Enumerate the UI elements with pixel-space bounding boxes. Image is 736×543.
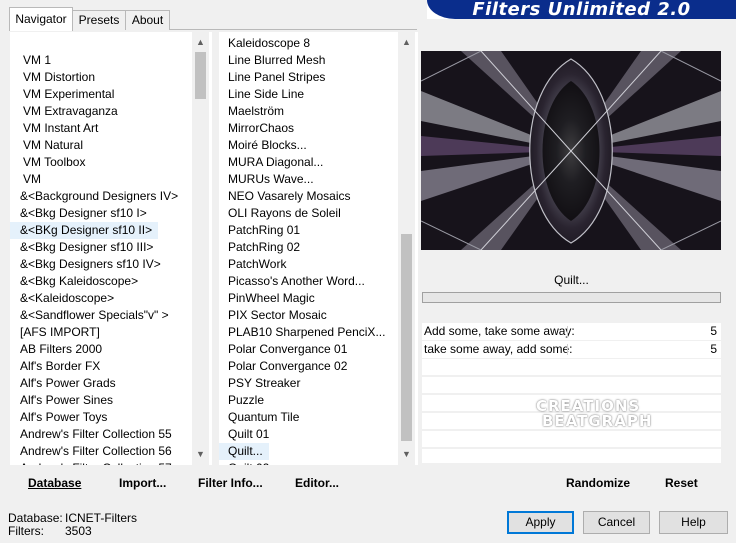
category-scroll-thumb[interactable] [195,52,206,99]
param-row-empty [422,449,721,463]
category-item[interactable]: Alf's Power Sines [10,392,113,409]
filter-item[interactable]: MURA Diagonal... [219,154,323,171]
filter-item[interactable]: Maelström [219,103,284,120]
filter-item[interactable]: MURUs Wave... [219,171,314,188]
filter-item[interactable]: Line Side Line [219,86,304,103]
tab-about[interactable]: About [125,10,170,30]
filter-item[interactable]: PatchRing 01 [219,222,300,239]
category-item[interactable]: &<BKg Designer sf10 II> [10,222,159,239]
param-slider-divider [567,326,568,337]
category-item[interactable]: VM Experimental [10,86,114,103]
progress-bar [422,292,721,303]
category-item[interactable]: VM Distortion [10,69,95,86]
filter-item[interactable]: Line Blurred Mesh [219,52,325,69]
import-button[interactable]: Import... [119,474,166,492]
param-value[interactable]: 5 [710,341,717,358]
param-row-1[interactable]: Add some, take some away: 5 [422,323,721,340]
filter-info-button[interactable]: Filter Info... [198,474,263,492]
filter-item[interactable]: Quilt 02 [219,460,269,465]
filter-item[interactable]: MirrorChaos [219,120,294,137]
filter-item[interactable]: PatchWork [219,256,286,273]
filter-item[interactable]: PinWheel Magic [219,290,315,307]
category-item[interactable]: VM Toolbox [10,154,85,171]
category-item[interactable]: &<Kaleidoscope> [10,290,114,307]
scroll-up-icon[interactable]: ▲ [192,34,209,51]
category-item[interactable]: Alf's Border FX [10,358,100,375]
filter-item[interactable]: Polar Convergance 01 [219,341,347,358]
category-item[interactable]: VM Instant Art [10,120,98,137]
category-item[interactable]: Andrew's Filter Collection 56 [10,443,172,460]
banner-title: Filters Unlimited 2.0 [472,0,691,20]
category-item[interactable]: &<Bkg Designers sf10 IV> [10,256,161,273]
filter-list[interactable]: Kaleidoscope 8 Line Blurred Mesh Line Pane… [219,32,418,465]
filter-item[interactable]: Moiré Blocks... [219,137,307,154]
filter-item[interactable]: Picasso's Another Word... [219,273,365,290]
scroll-down-icon[interactable]: ▼ [192,446,209,463]
param-row-2[interactable]: take some away, add some: 5 [422,341,721,358]
category-item[interactable]: &<Bkg Designer sf10 III> [10,239,153,256]
category-item[interactable]: VM Extravaganza [10,103,118,120]
filter-item[interactable]: Polar Convergance 02 [219,358,347,375]
reset-button[interactable]: Reset [665,474,698,492]
param-slider-divider [567,344,568,355]
filter-scroll-thumb[interactable] [401,234,412,441]
filter-item[interactable]: PLAB10 Sharpened PenciX... [219,324,385,341]
tab-navigator[interactable]: Navigator [9,7,73,31]
apply-button[interactable]: Apply [507,511,574,534]
param-row-empty [422,377,721,393]
param-value[interactable]: 5 [710,323,717,340]
filter-item[interactable]: PatchRing 02 [219,239,300,256]
category-item[interactable]: Andrew's Filter Collection 55 [10,426,172,443]
filters-count-value: 3503 [65,524,92,538]
param-label: take some away, add some: [424,342,573,356]
category-item[interactable]: AB Filters 2000 [10,341,102,358]
filter-item[interactable]: OLI Rayons de Soleil [219,205,341,222]
filter-scrollbar[interactable]: ▲ ▼ [398,32,415,465]
cancel-button[interactable]: Cancel [583,511,650,534]
editor-button[interactable]: Editor... [295,474,339,492]
category-item[interactable]: &<Bkg Designer sf10 I> [10,205,147,222]
scroll-up-icon[interactable]: ▲ [398,34,415,51]
tab-presets[interactable]: Presets [72,10,126,30]
category-item[interactable]: &<Background Designers IV> [10,188,178,205]
param-row-empty [422,431,721,447]
help-button[interactable]: Help [659,511,728,534]
filter-item[interactable]: Line Panel Stripes [219,69,325,86]
filter-name-display: Quilt... [422,268,721,292]
filter-item[interactable]: NEO Vasarely Mosaics [219,188,350,205]
category-item[interactable]: [AFS IMPORT] [10,324,100,341]
filter-item[interactable]: Quantum Tile [219,409,299,426]
category-item[interactable]: VM Natural [10,137,83,154]
category-item[interactable]: &<Sandflower Specials"v" > [10,307,169,324]
scroll-down-icon[interactable]: ▼ [398,446,415,463]
filters-count-label: Filters: [8,524,44,538]
filter-item[interactable]: PSY Streaker [219,375,300,392]
database-button[interactable]: Database [28,474,81,492]
filter-item[interactable]: PIX Sector Mosaic [219,307,327,324]
filter-item[interactable]: Quilt... [219,443,269,460]
category-list[interactable]: VM 1 VM Distortion VM Experimental VM Extra… [10,32,212,465]
filter-item[interactable]: Quilt 01 [219,426,269,443]
category-scrollbar[interactable]: ▲ ▼ [192,32,209,465]
param-label: Add some, take some away: [424,324,575,338]
preview-image [420,50,722,251]
category-item[interactable]: Alf's Power Grads [10,375,116,392]
category-item[interactable]: VM [10,171,41,188]
randomize-button[interactable]: Randomize [566,474,630,492]
category-item[interactable]: &<Bkg Kaleidoscope> [10,273,138,290]
param-row-empty [422,359,721,375]
watermark-logo: CREATIONS BEATGRAPH [536,397,653,430]
filter-item[interactable]: Kaleidoscope 8 [219,35,310,52]
category-item[interactable]: Alf's Power Toys [10,409,107,426]
filter-item[interactable]: Puzzle [219,392,264,409]
database-label: Database: [8,511,63,525]
category-item[interactable]: VM 1 [10,52,51,69]
database-value: ICNET-Filters [65,511,137,525]
category-item[interactable]: Andrew's Filter Collection 57 [10,460,172,465]
